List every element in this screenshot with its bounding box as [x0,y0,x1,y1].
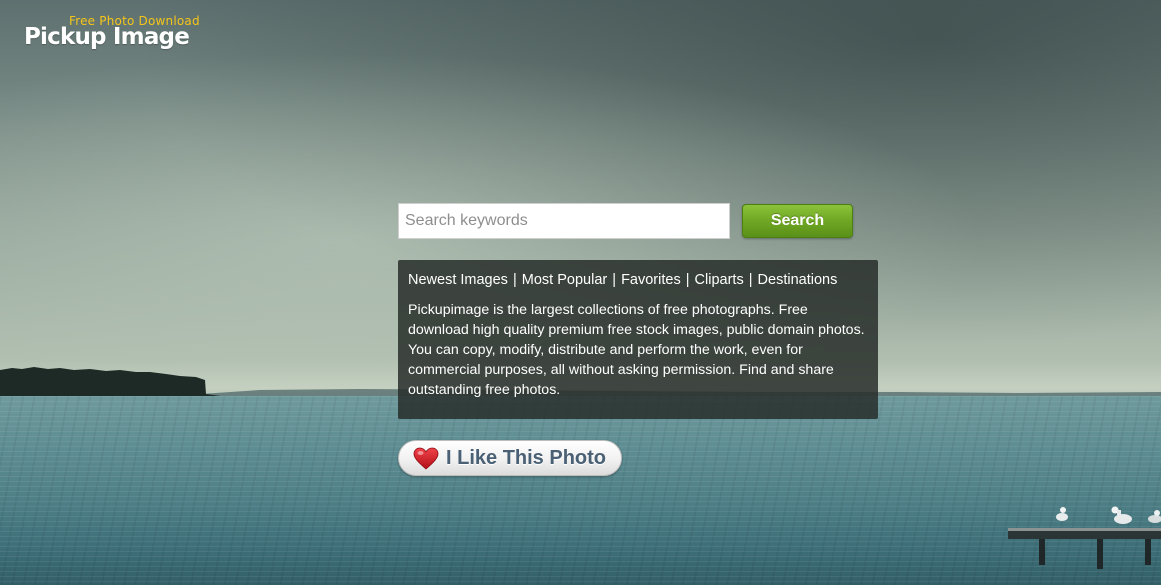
nav-link-favorites[interactable]: Favorites [621,272,681,288]
nav-link-most-popular[interactable]: Most Popular [522,272,607,288]
page: Free Photo Download Pickup Image Search … [0,0,1161,585]
pier-with-birds [1008,506,1161,569]
nav-links: Newest Images | Most Popular | Favorites… [408,270,868,290]
nav-separator: | [748,272,753,288]
nav-link-cliparts[interactable]: Cliparts [695,272,744,288]
nav-link-destinations[interactable]: Destinations [758,272,838,288]
logo-name: Pickup Image [24,24,190,50]
site-logo[interactable]: Free Photo Download Pickup Image [24,14,204,54]
nav-separator: | [512,272,517,288]
like-button-label: I Like This Photo [446,447,607,469]
site-description: Pickupimage is the largest collections o… [408,302,865,398]
search-input[interactable] [398,203,730,239]
heart-icon [413,447,439,470]
nav-link-newest-images[interactable]: Newest Images [408,272,508,288]
water-ripples [0,396,1161,585]
like-photo-button[interactable]: I Like This Photo [398,440,622,476]
search-button[interactable]: Search [742,204,853,238]
island-silhouette [0,367,228,398]
nav-separator: | [685,272,690,288]
nav-separator: | [612,272,617,288]
info-panel: Newest Images | Most Popular | Favorites… [398,260,878,419]
